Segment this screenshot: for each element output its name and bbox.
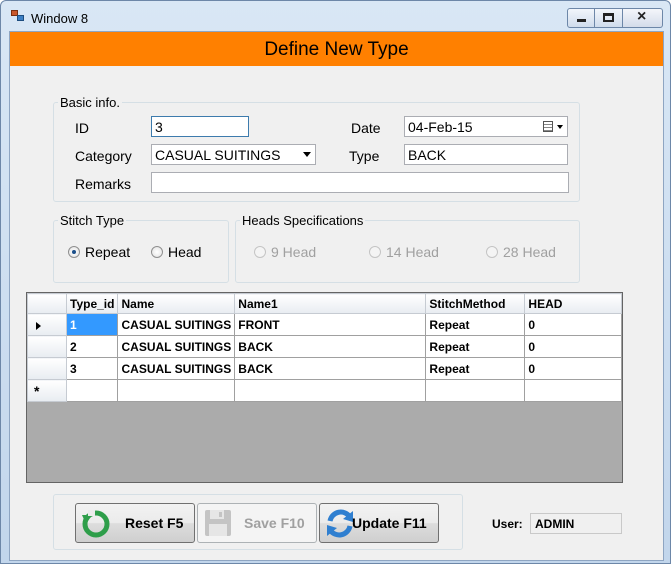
minimize-icon xyxy=(577,19,586,22)
save-button-label: Save F10 xyxy=(244,515,305,531)
types-table: Type_id Name Name1 StitchMethod HEAD 1 C… xyxy=(26,293,622,402)
user-value: ADMIN xyxy=(530,513,622,534)
row-header-corner xyxy=(26,293,68,314)
grid-cell[interactable]: 1 xyxy=(66,313,119,336)
column-header[interactable]: Name xyxy=(117,293,236,314)
stitch-type-legend: Stitch Type xyxy=(60,213,125,228)
maximize-icon xyxy=(603,13,614,22)
category-select[interactable]: CASUAL SUITINGS xyxy=(151,144,316,165)
grid-cell[interactable]: CASUAL SUITINGS xyxy=(117,357,236,380)
grid-cell[interactable]: 0 xyxy=(524,335,622,358)
grid-cell[interactable] xyxy=(425,379,526,402)
grid-cell[interactable]: Repeat xyxy=(425,313,526,336)
radio-repeat-label: Repeat xyxy=(85,244,131,260)
app-icon xyxy=(11,10,25,22)
form-client-area: Define New Type Basic info. ID 3 Date 04… xyxy=(9,31,664,561)
radio-dot[interactable] xyxy=(151,246,163,258)
type-field[interactable]: BACK xyxy=(404,144,568,165)
close-button[interactable]: × xyxy=(623,8,663,28)
grid-cell[interactable]: Repeat xyxy=(425,335,526,358)
grid-cell[interactable]: Repeat xyxy=(425,357,526,380)
title-bar[interactable]: Window 8 × xyxy=(1,1,670,31)
grid-cell[interactable]: CASUAL SUITINGS xyxy=(117,335,236,358)
current-row-icon xyxy=(36,322,41,330)
heads-spec-legend: Heads Specifications xyxy=(242,213,364,228)
reset-button[interactable]: Reset F5 xyxy=(75,503,195,543)
grid-cell[interactable]: FRONT xyxy=(234,313,427,336)
button-panel: Reset F5 Save F10 Update F11 xyxy=(53,494,463,550)
user-label: User: xyxy=(492,517,523,531)
row-header[interactable] xyxy=(26,335,68,358)
radio-head-label: Head xyxy=(168,244,202,260)
save-button[interactable]: Save F10 xyxy=(197,503,317,543)
basic-info-legend: Basic info. xyxy=(60,95,120,110)
radio-dot[interactable] xyxy=(254,246,266,258)
grid-cell[interactable]: 3 xyxy=(66,357,119,380)
grid-cell[interactable] xyxy=(117,379,236,402)
stitch-type-group: Stitch Type xyxy=(53,213,229,283)
grid-cell[interactable]: 0 xyxy=(524,313,622,336)
refresh-icon xyxy=(82,510,110,538)
radio-dot[interactable] xyxy=(369,246,381,258)
column-header[interactable]: Type_id xyxy=(66,293,119,314)
window-title: Window 8 xyxy=(31,11,89,26)
page-title: Define New Type xyxy=(264,39,409,60)
header-bar: Define New Type xyxy=(10,32,663,66)
radio-9-head-label: 9 Head xyxy=(271,244,317,260)
radio-dot[interactable] xyxy=(68,246,80,258)
table-row[interactable]: 3 CASUAL SUITINGS BACK Repeat 0 xyxy=(26,357,622,380)
types-grid[interactable]: Type_id Name Name1 StitchMethod HEAD 1 C… xyxy=(26,292,623,483)
table-row[interactable]: 1 CASUAL SUITINGS FRONT Repeat 0 xyxy=(26,313,622,336)
grid-cell[interactable] xyxy=(234,379,427,402)
remarks-label: Remarks xyxy=(75,176,132,192)
row-header[interactable]: * xyxy=(26,379,68,402)
radio-28-head-label: 28 Head xyxy=(503,244,556,260)
update-button-label: Update F11 xyxy=(352,515,427,531)
column-header[interactable]: Name1 xyxy=(234,293,427,314)
minimize-button[interactable] xyxy=(567,8,595,28)
id-label: ID xyxy=(75,120,89,136)
close-icon: × xyxy=(637,8,647,25)
date-value: 04-Feb-15 xyxy=(408,119,473,135)
row-header[interactable] xyxy=(26,313,68,336)
column-header[interactable]: StitchMethod xyxy=(425,293,526,314)
new-row-icon: * xyxy=(34,383,40,399)
chevron-down-icon[interactable] xyxy=(303,152,311,157)
grid-cell[interactable] xyxy=(66,379,119,402)
row-header[interactable] xyxy=(26,357,68,380)
remarks-field[interactable] xyxy=(151,172,569,193)
grid-cell[interactable]: BACK xyxy=(234,357,427,380)
grid-cell[interactable]: BACK xyxy=(234,335,427,358)
date-label: Date xyxy=(351,120,381,136)
grid-cell[interactable]: CASUAL SUITINGS xyxy=(117,313,236,336)
app-window: Window 8 × Define New Type Basic info. I… xyxy=(0,0,671,564)
id-field[interactable]: 3 xyxy=(151,116,249,137)
calendar-icon[interactable] xyxy=(543,121,553,132)
header-row: Type_id Name Name1 StitchMethod HEAD xyxy=(26,293,622,314)
category-value: CASUAL SUITINGS xyxy=(155,147,281,163)
category-label: Category xyxy=(75,148,132,164)
radio-14-head-label: 14 Head xyxy=(386,244,439,260)
grid-cell[interactable] xyxy=(524,379,622,402)
floppy-disk-icon xyxy=(205,510,231,536)
grid-cell[interactable]: 0 xyxy=(524,357,622,380)
column-header[interactable]: HEAD xyxy=(524,293,622,314)
date-picker[interactable]: 04-Feb-15 xyxy=(404,116,568,137)
maximize-button[interactable] xyxy=(595,8,623,28)
update-button[interactable]: Update F11 xyxy=(319,503,439,543)
chevron-down-icon[interactable] xyxy=(557,125,563,129)
type-label: Type xyxy=(349,148,380,164)
reset-button-label: Reset F5 xyxy=(125,515,184,531)
table-row[interactable]: 2 CASUAL SUITINGS BACK Repeat 0 xyxy=(26,335,622,358)
grid-cell[interactable]: 2 xyxy=(66,335,119,358)
new-row[interactable]: * xyxy=(26,379,622,402)
radio-dot[interactable] xyxy=(486,246,498,258)
